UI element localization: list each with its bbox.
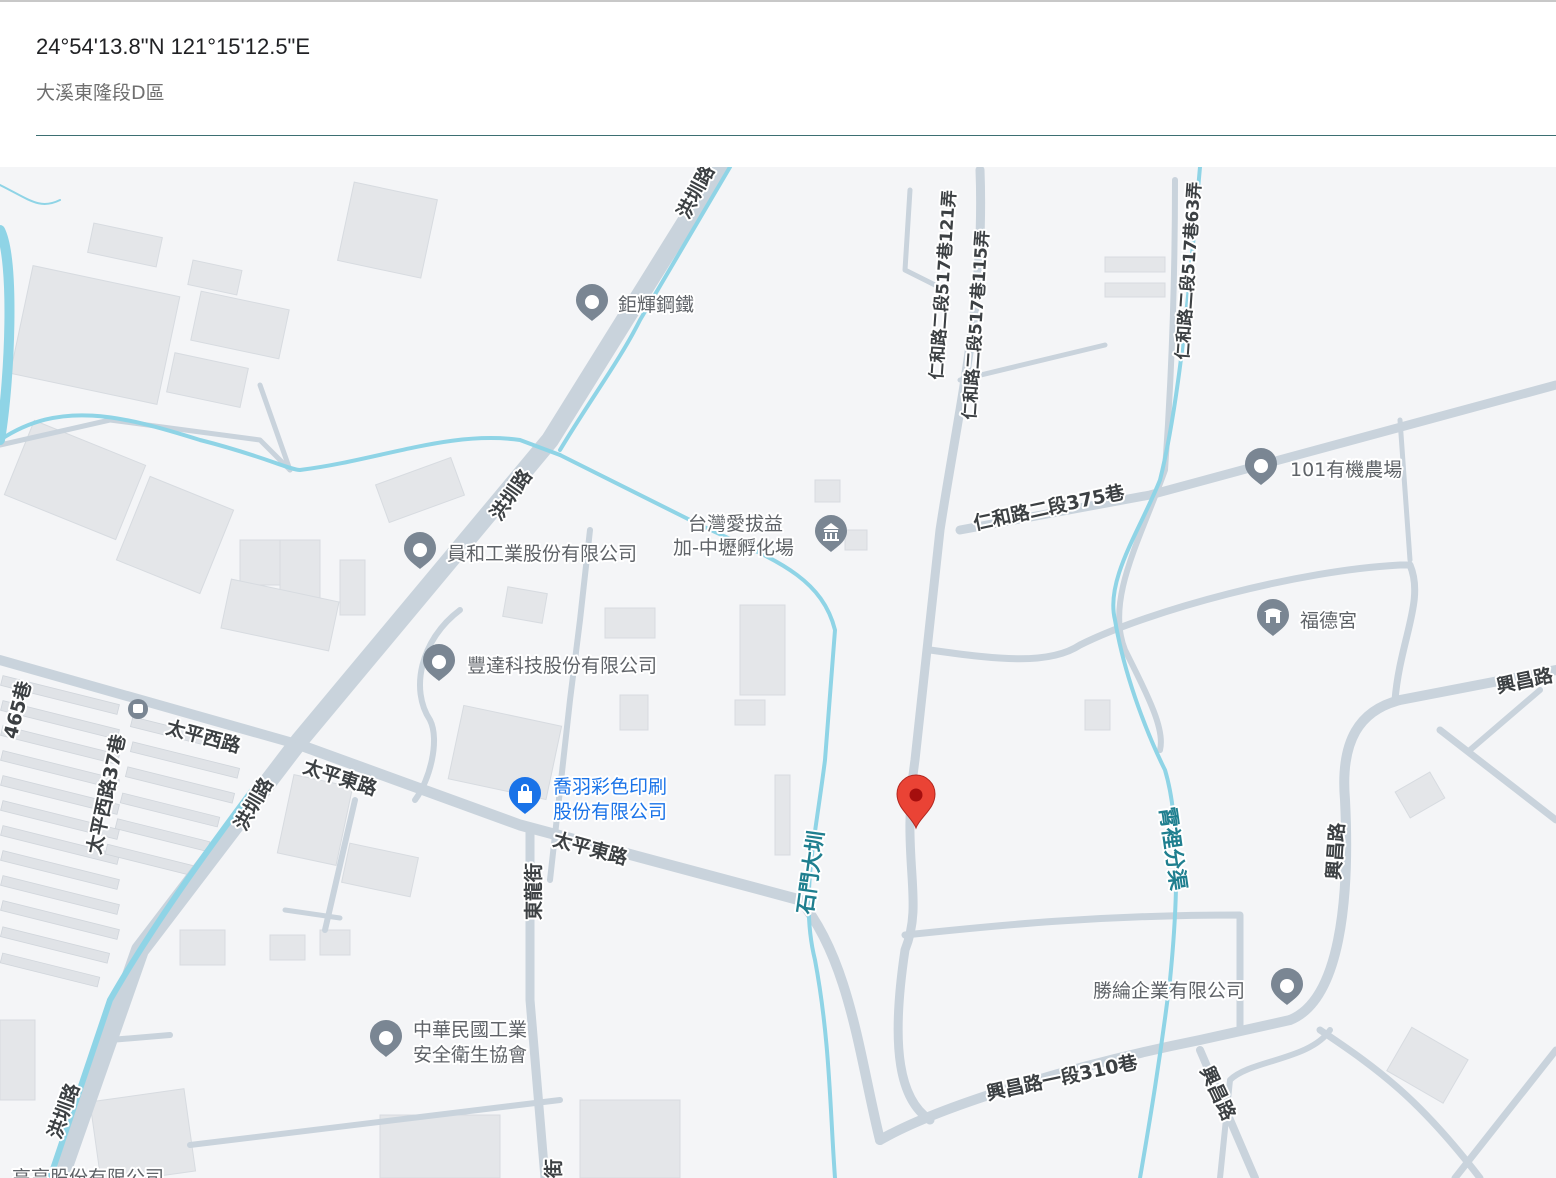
poi-label: 加-中壢孵化場 [673,537,794,559]
road-label: 東龍街 [522,863,545,920]
poi-label: 福德宮 [1300,610,1357,632]
map-view[interactable]: 洪圳路 洪圳路 洪圳路 洪圳路 太平西路 太平東路 太平東路 太平西路37巷 4… [0,167,1556,1178]
poi-label: 中華民國工業 [413,1019,527,1041]
coordinates-text: 24°54'13.8"N 121°15'12.5"E [36,34,311,59]
poi-label: 安全衛生協會 [413,1044,527,1066]
road-label: 興昌路 [1322,821,1349,880]
poi-label: 台灣愛拔益 [688,513,783,535]
poi-label: 喬羽彩色印刷 [553,776,667,798]
input-underline [36,135,1556,136]
poi-label: 豐達科技股份有限公司 [467,655,657,677]
bus-stop-icon [128,699,148,719]
poi-label: 101有機農場 [1290,459,1402,481]
place-name-input[interactable] [34,74,1556,108]
poi-label: 勝綸企業有限公司 [1093,980,1245,1002]
poi-label: 員和工業股份有限公司 [447,543,637,565]
road-label: 街 [542,1159,565,1178]
map-canvas: 洪圳路 洪圳路 洪圳路 洪圳路 太平西路 太平東路 太平東路 太平西路37巷 4… [0,167,1556,1178]
poi-label: 股份有限公司 [553,801,667,823]
poi-label: 鉅輝鋼鐵 [618,294,694,316]
poi-label: 高亨股份有限公司 [12,1167,164,1178]
location-panel: 24°54'13.8"N 121°15'12.5"E [0,0,1556,167]
